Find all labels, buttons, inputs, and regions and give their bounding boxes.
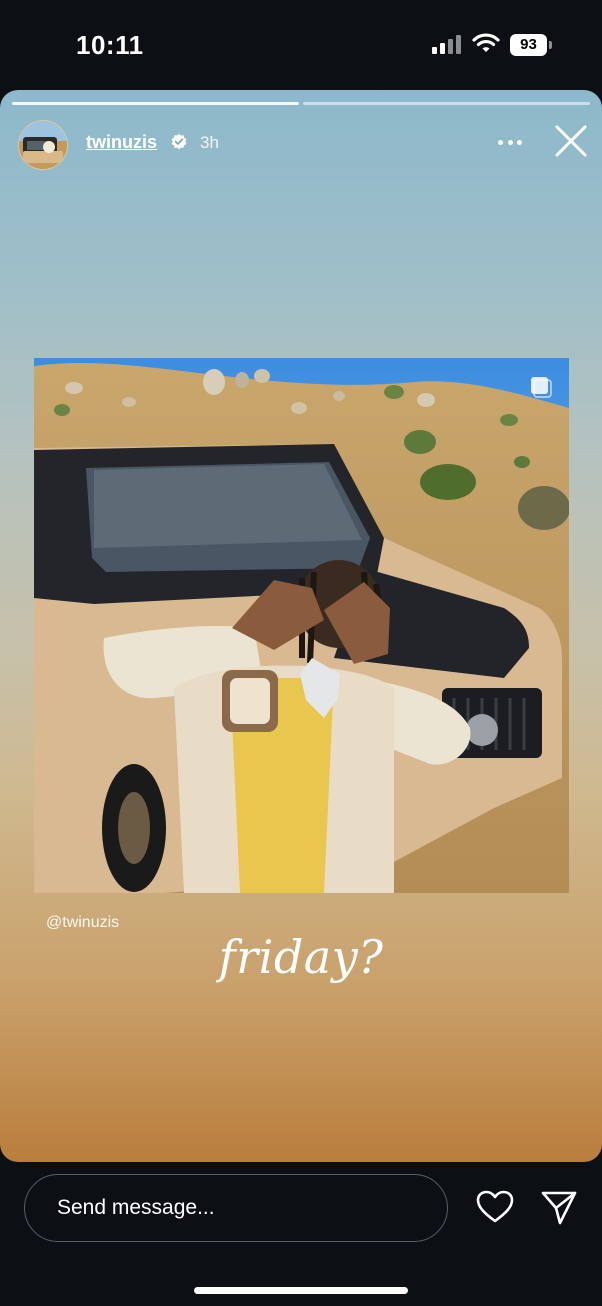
multi-photo-icon <box>531 377 552 398</box>
signal-icon <box>432 35 461 54</box>
phone-screen: 10:11 93 twinuzis 3h @twinuzis friday? S… <box>0 0 602 1306</box>
close-icon[interactable] <box>554 124 588 158</box>
heart-icon[interactable] <box>476 1190 514 1224</box>
avatar-image <box>19 121 67 169</box>
verified-badge-icon <box>171 133 187 150</box>
story-progress-segment <box>12 102 299 105</box>
post-photo-image <box>34 358 569 893</box>
story-progress-segment <box>303 102 590 105</box>
status-time: 10:11 <box>76 30 144 60</box>
send-icon[interactable] <box>540 1190 578 1226</box>
home-indicator[interactable] <box>194 1287 408 1294</box>
story-username[interactable]: twinuzis <box>86 132 157 153</box>
battery-level: 93 <box>510 34 547 56</box>
more-icon[interactable] <box>494 130 526 154</box>
story-time-ago: 3h <box>200 133 219 152</box>
story-caption: friday? <box>218 930 384 984</box>
battery-icon: 93 <box>510 34 552 56</box>
avatar[interactable] <box>18 120 68 170</box>
send-message-input[interactable]: Send message... <box>57 1175 215 1241</box>
send-message-field[interactable]: Send message... <box>24 1174 448 1242</box>
status-bar: 10:11 93 <box>0 0 602 90</box>
shared-post-photo[interactable] <box>34 358 569 893</box>
wifi-icon <box>472 33 500 52</box>
story-card[interactable]: twinuzis 3h @twinuzis friday? <box>0 90 602 1162</box>
